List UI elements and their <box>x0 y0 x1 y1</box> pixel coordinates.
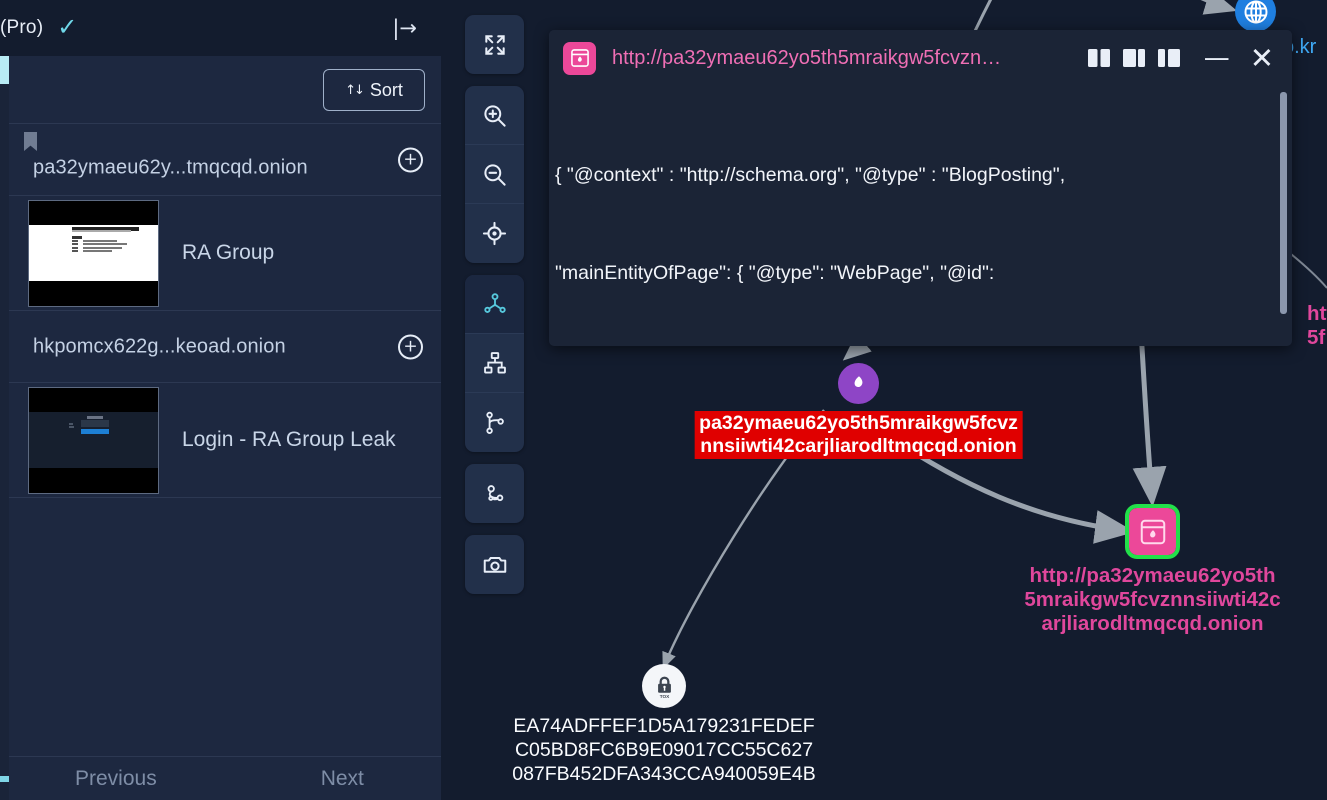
sidebar-header: (Pro) ✓ |→ <box>0 0 441 56</box>
result-row-login-ra-group-leak[interactable]: Login - RA Group Leak <box>9 383 441 498</box>
sort-bar: ↑↓ Sort <box>9 56 441 124</box>
globe-icon[interactable] <box>1235 0 1276 32</box>
thumbnail-top-band <box>29 387 158 412</box>
json-window-title: http://pa32ymaeu62yo5th5mraikgw5fcvzn… <box>612 46 1002 69</box>
result-row-ra-group[interactable]: RA Group <box>9 196 441 311</box>
tool-group-zoom <box>465 86 524 263</box>
thumb-key <box>71 246 78 249</box>
app-root: (Pro) ✓ |→ ↑↓ Sort pa32ymaeu62y...tmqcqd… <box>0 0 1327 800</box>
pro-badge-label: (Pro) <box>0 17 44 38</box>
tool-group-capture <box>465 535 524 594</box>
thumb-key <box>71 250 78 253</box>
thumb-line <box>83 239 117 242</box>
sort-button-label: Sort <box>369 79 403 100</box>
graph-node-tox-identifier[interactable]: TOX EA74ADFFEF1D5A179231FEDEF C05BD8FC6B… <box>512 664 816 785</box>
results-empty-space <box>9 498 441 693</box>
json-window-titlebar[interactable]: http://pa32ymaeu62yo5th5mraikgw5fcvzn… —… <box>549 30 1292 86</box>
onion-address-label: hkpomcx622g...keoad.onion <box>33 335 286 357</box>
thumb-key <box>71 239 78 242</box>
onion-address-label: pa32ymaeu62y...tmqcqd.onion <box>33 156 308 179</box>
graph-node-label-tox: EA74ADFFEF1D5A179231FEDEF C05BD8FC6B9E09… <box>512 715 816 785</box>
graph-node-tor-onion-service[interactable]: pa32ymaeu62yo5th5mraikgw5fcvz nnsiiwti42… <box>694 363 1023 459</box>
thumb-line <box>83 250 112 253</box>
scrollbar-thumb-bottom[interactable] <box>0 776 9 782</box>
sidebar-scrollbar[interactable] <box>0 56 9 800</box>
thumbnail-top-band <box>29 200 158 225</box>
zoom-out-icon[interactable] <box>465 145 524 204</box>
result-thumbnail-login[interactable] <box>28 386 159 494</box>
sort-arrows-icon: ↑↓ <box>345 82 365 98</box>
zoom-in-icon[interactable] <box>465 86 524 145</box>
graph-layout-organic-icon[interactable] <box>465 464 524 523</box>
tox-lock-icon[interactable]: TOX <box>642 664 686 708</box>
add-onion-button[interactable]: + <box>398 147 423 172</box>
thumb-login-field <box>80 419 109 428</box>
sidebar: (Pro) ✓ |→ ↑↓ Sort pa32ymaeu62y...tmqcqd… <box>0 0 441 800</box>
graph-node-label-onion: pa32ymaeu62yo5th5mraikgw5fcvz nnsiiwti42… <box>694 411 1023 459</box>
tor-browser-node-icon[interactable] <box>1125 504 1180 559</box>
thumb-subheading <box>71 230 131 233</box>
thumbnail-page <box>29 411 158 469</box>
sort-button[interactable]: ↑↓ Sort <box>323 69 425 111</box>
split-pane-right-icon[interactable] <box>1156 46 1182 70</box>
collapse-panel-icon[interactable]: |→ <box>386 14 423 43</box>
onion-row-1[interactable]: pa32ymaeu62y...tmqcqd.onion + <box>9 124 441 196</box>
graph-canvas[interactable]: http://pa32ymaeu62yo5th5mraikgw5fcvzn… —… <box>441 0 1327 800</box>
scrollbar-thumb[interactable] <box>0 56 9 84</box>
json-line: { "@context" : "http://schema.org", "@ty… <box>555 164 1066 186</box>
partial-url-label: htt 5f <box>1307 302 1327 349</box>
thumb-line <box>83 246 122 249</box>
json-preview-window[interactable]: http://pa32ymaeu62yo5th5mraikgw5fcvzn… —… <box>549 30 1292 346</box>
minimize-button[interactable]: — <box>1204 45 1230 71</box>
json-scrollbar-thumb[interactable] <box>1280 92 1287 314</box>
thumbnail-bottom-band <box>29 281 158 306</box>
json-scrollbar[interactable] <box>1280 92 1287 336</box>
graph-toolbar <box>465 15 524 594</box>
split-pane-left-icon[interactable] <box>1121 46 1147 70</box>
thumb-login-button <box>80 428 109 434</box>
graph-layout-hierarchical-icon[interactable] <box>465 334 524 393</box>
close-button[interactable]: ✕ <box>1250 43 1274 73</box>
json-content[interactable]: { "@context" : "http://schema.org", "@ty… <box>549 86 1292 346</box>
thumbnail-bottom-band <box>29 468 158 493</box>
sidebar-results-list: ↑↓ Sort pa32ymaeu62y...tmqcqd.onion + RA… <box>9 56 441 800</box>
thumb-block <box>71 235 82 239</box>
previous-page-button[interactable]: Previous <box>75 767 157 791</box>
tor-onion-icon[interactable] <box>838 363 879 404</box>
sidebar-pagination: Previous Next <box>9 756 441 800</box>
onion-row-2[interactable]: hkpomcx622g...keoad.onion + <box>9 311 441 383</box>
thumb-dot <box>68 426 75 429</box>
bookmark-icon <box>24 132 37 151</box>
result-title: RA Group <box>182 241 275 264</box>
tor-browser-icon <box>563 41 596 75</box>
tool-group-layouts <box>465 275 524 452</box>
json-line: "mainEntityOfPage": { "@type": "WebPage"… <box>555 261 995 284</box>
thumbnail-page <box>29 224 158 282</box>
graph-node-tor-browser-url[interactable]: http://pa32ymaeu62yo5th 5mraikgw5fcvznns… <box>1024 504 1281 635</box>
tool-group-view <box>465 15 524 74</box>
thumb-key <box>71 243 78 246</box>
graph-layout-radial-icon[interactable] <box>465 275 524 334</box>
split-pane-even-icon[interactable] <box>1086 46 1112 70</box>
graph-node-label-url: http://pa32ymaeu62yo5th 5mraikgw5fcvznns… <box>1024 564 1281 635</box>
result-thumbnail-ra-group[interactable] <box>28 199 159 307</box>
thumb-dot <box>68 422 73 425</box>
result-title: Login - RA Group Leak <box>182 428 396 451</box>
svg-text:TOX: TOX <box>659 693 669 699</box>
add-onion-button[interactable]: + <box>398 334 423 359</box>
screenshot-camera-icon[interactable] <box>465 535 524 594</box>
graph-layout-tree-icon[interactable] <box>465 393 524 452</box>
center-target-icon[interactable] <box>465 204 524 263</box>
check-icon: ✓ <box>57 14 78 41</box>
next-page-button[interactable]: Next <box>321 767 364 791</box>
fit-to-screen-icon[interactable] <box>465 15 524 74</box>
tool-group-organic <box>465 464 524 523</box>
graph-node-web-domain[interactable] <box>1235 0 1276 32</box>
thumb-line <box>83 243 128 246</box>
